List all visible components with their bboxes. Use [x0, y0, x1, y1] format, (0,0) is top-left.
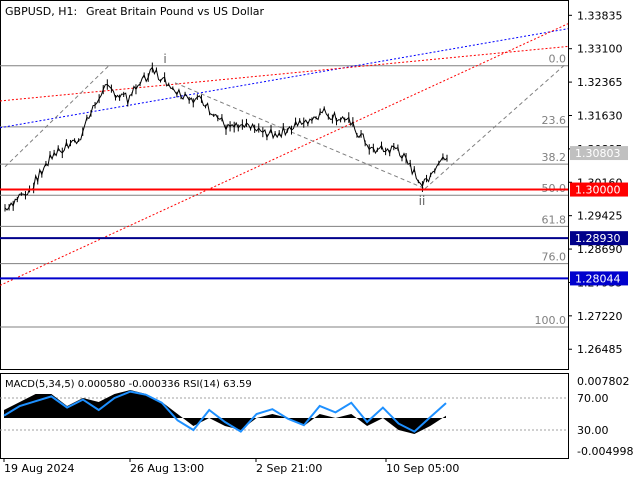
price-tag-label: 1.28044: [575, 272, 621, 285]
indicator-y-label: -0.004998: [577, 445, 633, 458]
y-tick-label: 1.27220: [577, 310, 623, 323]
y-tick-label: 1.33100: [577, 43, 623, 56]
y-tick-label: 1.32365: [577, 76, 623, 89]
wave-label: ii: [419, 194, 426, 208]
fib-level-label: 0.0: [549, 53, 567, 66]
fib-level-label: 38.2: [542, 151, 567, 164]
chart-root: 0.023.638.250.061.876.0100.0 iii 1.33835…: [0, 0, 640, 480]
indicator-y-label: 0.007802: [577, 375, 630, 388]
x-tick-label: 19 Aug 2024: [4, 462, 74, 475]
fib-level-label: 23.6: [542, 114, 567, 127]
indicator-y-label: 70.00: [577, 392, 609, 405]
fib-level-label: 76.0: [542, 251, 567, 264]
wave-label: i: [163, 52, 166, 66]
y-tick-label: 1.33835: [577, 9, 623, 22]
chart-title: GBPUSD, H1:: [5, 5, 77, 18]
y-tick-label: 1.26485: [577, 343, 623, 356]
chart-description: Great Britain Pound vs US Dollar: [86, 5, 265, 18]
indicator-y-label: 30.00: [577, 424, 609, 437]
fib-level-label: 100.0: [535, 314, 567, 327]
price-tag-label: 1.30000: [575, 184, 621, 197]
fib-level-label: 61.8: [542, 213, 567, 226]
x-tick-label: 2 Sep 21:00: [256, 462, 322, 475]
indicator-title: MACD(5,34,5) 0.000580 -0.000336 RSI(14) …: [5, 379, 252, 390]
x-tick-label: 26 Aug 13:00: [130, 462, 204, 475]
price-tag-label: 1.28930: [575, 232, 621, 245]
y-tick-label: 1.29425: [577, 210, 623, 223]
price-chart: 0.023.638.250.061.876.0100.0 iii 1.33835…: [0, 0, 633, 475]
y-tick-label: 1.31630: [577, 109, 623, 122]
price-tag-label: 1.30803: [575, 147, 621, 160]
x-tick-label: 10 Sep 05:00: [386, 462, 459, 475]
price-panel: [0, 0, 569, 370]
